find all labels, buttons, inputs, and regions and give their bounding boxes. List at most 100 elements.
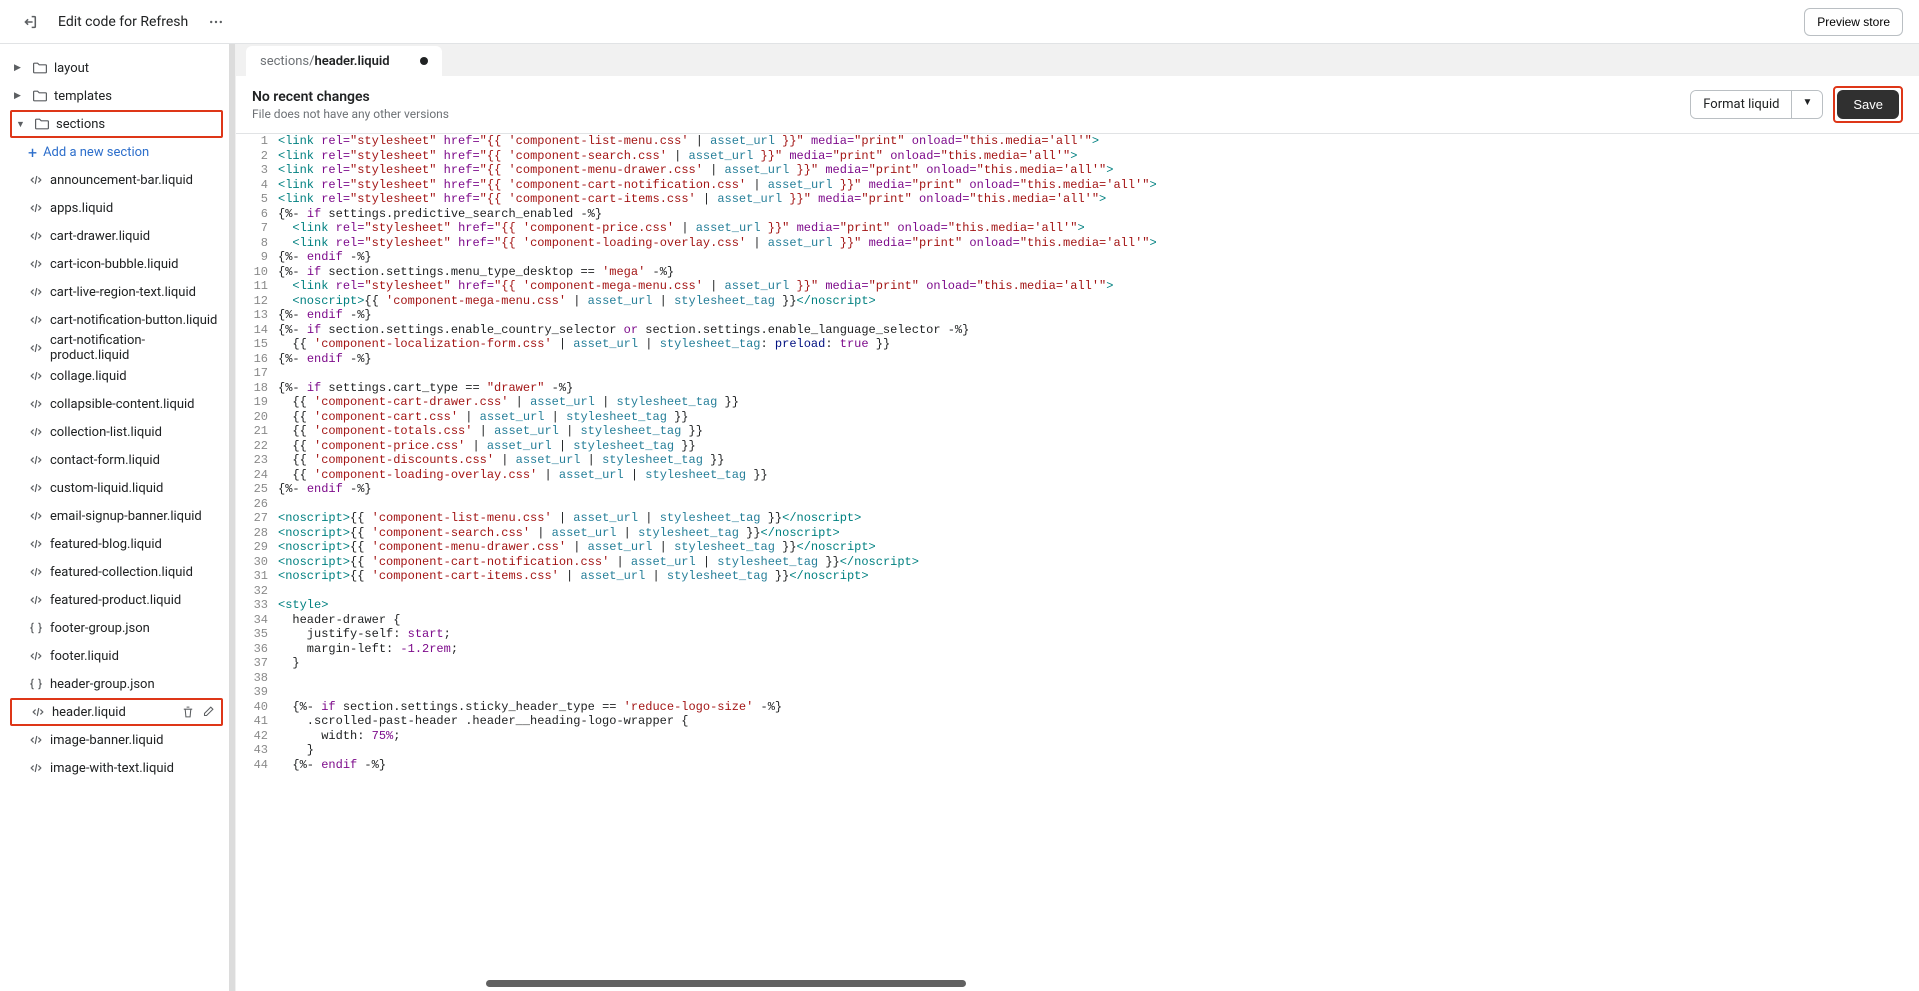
code-icon <box>28 368 44 384</box>
file-item[interactable]: announcement-bar.liquid <box>10 166 223 194</box>
file-item[interactable]: collapsible-content.liquid <box>10 390 223 418</box>
code-icon <box>30 704 46 720</box>
folder-label: sections <box>56 117 105 132</box>
horizontal-scrollbar[interactable] <box>486 980 966 987</box>
tab-bar: sections/header.liquid <box>236 44 1919 76</box>
file-tree-sidebar[interactable]: ▶ layout ▶ templates ▼ sections + Add a … <box>0 44 236 991</box>
page-title: Edit code for Refresh <box>58 14 188 30</box>
exit-icon <box>20 13 38 31</box>
file-item[interactable]: email-signup-banner.liquid <box>10 502 223 530</box>
file-label: featured-collection.liquid <box>50 565 193 580</box>
folder-sections[interactable]: ▼ sections <box>10 110 223 138</box>
code-icon <box>28 340 44 356</box>
delete-file-button[interactable] <box>181 705 195 719</box>
file-item[interactable]: cart-notification-product.liquid <box>10 334 223 362</box>
file-item[interactable]: cart-live-region-text.liquid <box>10 278 223 306</box>
file-item[interactable]: featured-product.liquid <box>10 586 223 614</box>
file-label: cart-live-region-text.liquid <box>50 285 196 300</box>
code-icon <box>28 536 44 552</box>
topbar: Edit code for Refresh Preview store <box>0 0 1919 44</box>
file-label: collection-list.liquid <box>50 425 162 440</box>
add-section-label: Add a new section <box>43 145 149 160</box>
file-label: featured-blog.liquid <box>50 537 162 552</box>
recent-changes-title: No recent changes <box>252 89 449 105</box>
file-item[interactable]: contact-form.liquid <box>10 446 223 474</box>
file-item[interactable]: featured-blog.liquid <box>10 530 223 558</box>
file-item[interactable]: featured-collection.liquid <box>10 558 223 586</box>
file-label: image-with-text.liquid <box>50 761 174 776</box>
file-label: footer-group.json <box>50 621 150 636</box>
folder-icon <box>32 88 48 104</box>
code-icon <box>28 508 44 524</box>
file-label: collapsible-content.liquid <box>50 397 195 412</box>
format-liquid-label: Format liquid <box>1691 91 1792 118</box>
ellipsis-icon <box>208 14 224 30</box>
code-icon <box>28 284 44 300</box>
file-label: featured-product.liquid <box>50 593 181 608</box>
file-label: header-group.json <box>50 677 155 692</box>
save-button-highlight: Save <box>1833 86 1903 123</box>
unsaved-dot-icon <box>420 57 428 65</box>
file-label: cart-notification-product.liquid <box>50 333 223 363</box>
more-button[interactable] <box>204 10 228 34</box>
save-button[interactable]: Save <box>1837 90 1899 119</box>
file-label: header.liquid <box>52 705 126 720</box>
code-icon <box>28 200 44 216</box>
file-item[interactable]: collage.liquid <box>10 362 223 390</box>
file-item[interactable]: custom-liquid.liquid <box>10 474 223 502</box>
folder-layout[interactable]: ▶ layout <box>10 54 223 82</box>
file-item[interactable]: header.liquid <box>10 698 223 726</box>
code-icon <box>28 424 44 440</box>
rename-file-button[interactable] <box>201 705 215 719</box>
file-item[interactable]: collection-list.liquid <box>10 418 223 446</box>
tab-path: sections/header.liquid <box>260 54 390 69</box>
code-icon <box>28 592 44 608</box>
file-item[interactable]: image-with-text.liquid <box>10 754 223 782</box>
format-liquid-button[interactable]: Format liquid ▼ <box>1690 90 1823 119</box>
file-label: custom-liquid.liquid <box>50 481 163 496</box>
code-icon <box>28 172 44 188</box>
chevron-right-icon: ▶ <box>14 63 26 73</box>
tab-header-liquid[interactable]: sections/header.liquid <box>246 46 442 76</box>
code-icon <box>28 760 44 776</box>
folder-label: templates <box>54 89 112 104</box>
chevron-down-icon[interactable]: ▼ <box>1792 91 1822 118</box>
code-icon <box>28 648 44 664</box>
exit-button[interactable] <box>16 9 42 35</box>
file-label: footer.liquid <box>50 649 119 664</box>
file-label: email-signup-banner.liquid <box>50 509 202 524</box>
code-icon <box>28 256 44 272</box>
editor-panel: sections/header.liquid No recent changes… <box>236 44 1919 991</box>
file-item[interactable]: cart-notification-button.liquid <box>10 306 223 334</box>
folder-label: layout <box>54 61 89 76</box>
file-label: cart-icon-bubble.liquid <box>50 257 179 272</box>
file-label: collage.liquid <box>50 369 127 384</box>
code-icon <box>28 396 44 412</box>
code-icon <box>28 480 44 496</box>
file-item[interactable]: footer.liquid <box>10 642 223 670</box>
file-item[interactable]: header-group.json <box>10 670 223 698</box>
add-section-button[interactable]: + Add a new section <box>10 138 223 166</box>
file-label: cart-notification-button.liquid <box>50 313 217 328</box>
file-label: cart-drawer.liquid <box>50 229 150 244</box>
editor-header: No recent changes File does not have any… <box>236 76 1919 134</box>
file-item[interactable]: cart-icon-bubble.liquid <box>10 250 223 278</box>
file-item[interactable]: image-banner.liquid <box>10 726 223 754</box>
preview-store-button[interactable]: Preview store <box>1804 8 1903 36</box>
plus-icon: + <box>28 143 37 162</box>
folder-templates[interactable]: ▶ templates <box>10 82 223 110</box>
folder-icon <box>32 60 48 76</box>
file-item[interactable]: apps.liquid <box>10 194 223 222</box>
code-icon <box>28 732 44 748</box>
file-list: announcement-bar.liquid apps.liquid cart-d… <box>10 166 223 782</box>
json-icon <box>28 676 44 692</box>
json-icon <box>28 620 44 636</box>
file-item[interactable]: cart-drawer.liquid <box>10 222 223 250</box>
code-icon <box>28 312 44 328</box>
file-label: announcement-bar.liquid <box>50 173 193 188</box>
code-icon <box>28 452 44 468</box>
file-label: contact-form.liquid <box>50 453 160 468</box>
file-label: image-banner.liquid <box>50 733 163 748</box>
code-editor[interactable]: 1<link rel="stylesheet" href="{{ 'compon… <box>236 134 1919 991</box>
file-item[interactable]: footer-group.json <box>10 614 223 642</box>
